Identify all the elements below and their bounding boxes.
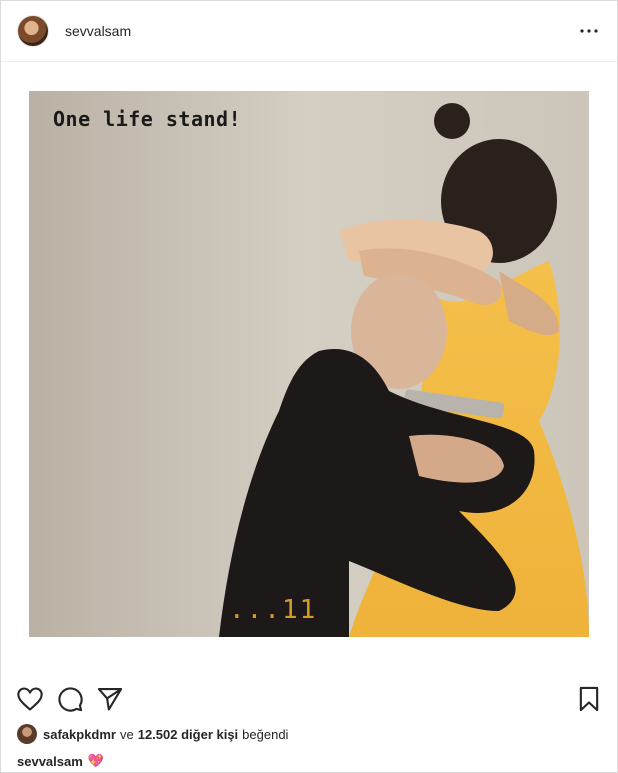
more-options-icon[interactable] (577, 19, 601, 43)
heart-icon[interactable] (16, 685, 44, 713)
photo-counter-text: ...11 (229, 595, 318, 625)
likes-connector: ve (119, 726, 134, 742)
share-icon[interactable] (96, 685, 124, 713)
author-avatar[interactable] (17, 15, 49, 47)
bookmark-icon[interactable] (575, 685, 603, 713)
post-card: sevvalsam One life stand! ...11 safakpkd… (0, 0, 618, 773)
post-photo: One life stand! ...11 (29, 91, 589, 637)
likes-summary: safakpkdmr ve 12.502 diğer kişi beğendi (17, 723, 288, 745)
liker-avatar[interactable] (17, 724, 37, 744)
photo-overlay-text: One life stand! (53, 107, 242, 131)
sparkling-heart-emoji: 💖 (87, 753, 104, 768)
post-header: sevvalsam (1, 1, 617, 62)
post-caption: sevvalsam 💖 (17, 753, 104, 769)
photo-illustration (29, 91, 589, 637)
liker-username[interactable]: safakpkdmr (43, 727, 116, 742)
likes-count[interactable]: 12.502 diğer kişi (138, 727, 238, 742)
action-bar (1, 683, 617, 717)
likes-suffix: beğendi (242, 726, 289, 742)
author-username[interactable]: sevvalsam (65, 23, 131, 39)
post-media[interactable]: One life stand! ...11 (1, 62, 617, 677)
comment-icon[interactable] (56, 685, 84, 713)
caption-username[interactable]: sevvalsam (17, 754, 83, 769)
